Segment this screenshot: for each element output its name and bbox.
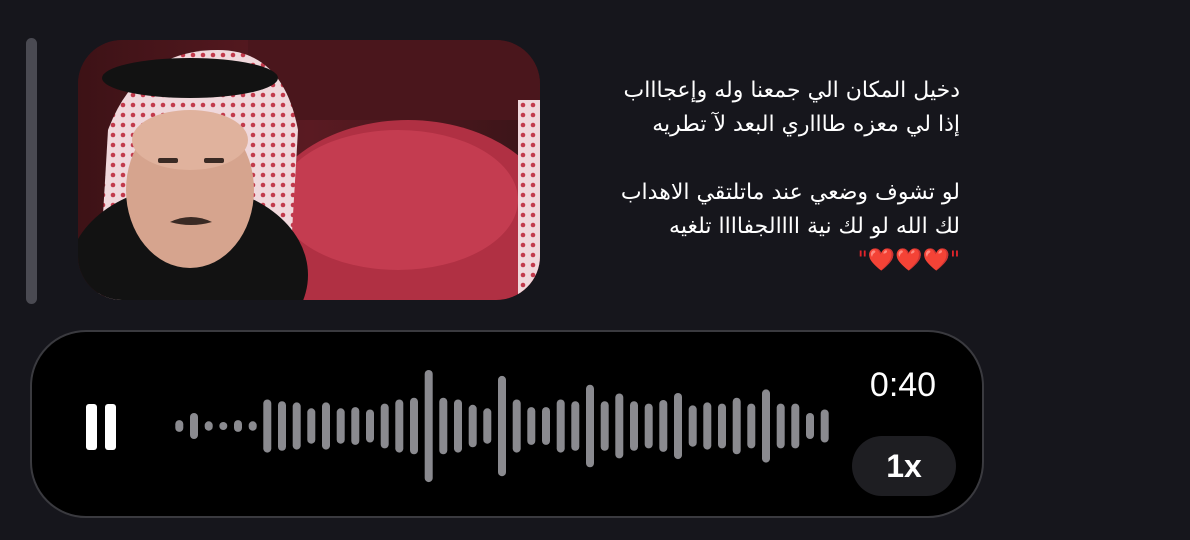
waveform-bar	[336, 408, 345, 444]
waveform-bar	[512, 399, 521, 453]
waveform-bar	[556, 399, 565, 453]
waveform-bar	[263, 399, 272, 453]
waveform-bar	[219, 422, 228, 430]
waveform-bar	[454, 399, 462, 453]
playback-speed-button[interactable]: 1x	[852, 436, 956, 496]
waveform-bar	[615, 393, 624, 459]
waveform-bar	[776, 403, 785, 449]
waveform-bar	[468, 404, 477, 448]
poem-line: دخيل المكان الي جمعنا وله وإعجاااب	[623, 78, 960, 103]
waveform-bar	[424, 370, 433, 483]
waveform-bar	[806, 413, 814, 439]
waveform-bar	[762, 389, 770, 463]
waveform[interactable]	[172, 364, 832, 488]
waveform-bar	[366, 409, 374, 443]
waveform-bar	[248, 421, 257, 431]
waveform-bar	[820, 409, 829, 443]
waveform-bar	[600, 401, 609, 451]
pause-icon	[86, 404, 97, 450]
waveform-bar	[498, 375, 506, 477]
waveform-bar	[410, 397, 418, 455]
waveform-bar	[351, 407, 360, 445]
waveform-bar	[322, 402, 330, 450]
waveform-bar	[703, 402, 712, 450]
pause-icon	[105, 404, 116, 450]
waveform-bar	[791, 403, 800, 449]
voice-message-player: 0:40 1x	[30, 330, 984, 518]
waveform-bar	[718, 403, 726, 449]
waveform-bar	[688, 405, 697, 447]
attached-photo[interactable]	[78, 40, 540, 300]
poem-line: إذا لي معزه طاااري البعد لآ تطريه	[652, 112, 960, 137]
waveform-bar	[190, 413, 198, 439]
waveform-bar	[527, 407, 536, 445]
waveform-bar	[483, 408, 492, 444]
waveform-bar	[234, 420, 242, 432]
waveform-bar	[732, 397, 741, 455]
waveform-bar	[380, 403, 389, 449]
waveform-bar	[175, 420, 184, 432]
poem-line: لك الله لو لك نية اااالجفاااا تلغيه	[669, 214, 960, 239]
pause-button[interactable]	[82, 400, 120, 454]
hearts-line: "❤️❤️❤️"	[857, 248, 960, 273]
poem-text: دخيل المكان الي جمعنا وله وإعجاااب إذا ل…	[560, 74, 960, 278]
chat-view: دخيل المكان الي جمعنا وله وإعجاااب إذا ل…	[0, 0, 1190, 540]
waveform-bar	[630, 401, 638, 451]
waveform-bar	[659, 400, 668, 452]
poem-gap	[560, 142, 960, 176]
waveform-bar	[644, 403, 653, 449]
waveform-bar	[204, 421, 213, 431]
waveform-bar	[571, 401, 580, 451]
waveform-bar	[586, 384, 594, 468]
poem-line: لو تشوف وضعي عند ماتلتقي الاهداب	[620, 180, 960, 205]
waveform-bar	[395, 399, 404, 453]
reply-indicator-bar	[26, 38, 37, 304]
waveform-bar	[542, 407, 550, 445]
waveform-bar	[292, 402, 301, 450]
waveform-bar	[278, 401, 286, 451]
waveform-bar	[674, 393, 682, 460]
duration-label: 0:40	[869, 366, 937, 404]
waveform-bar	[747, 403, 756, 449]
waveform-bar	[439, 397, 448, 455]
waveform-bar	[307, 408, 316, 444]
photo-image	[78, 40, 540, 300]
